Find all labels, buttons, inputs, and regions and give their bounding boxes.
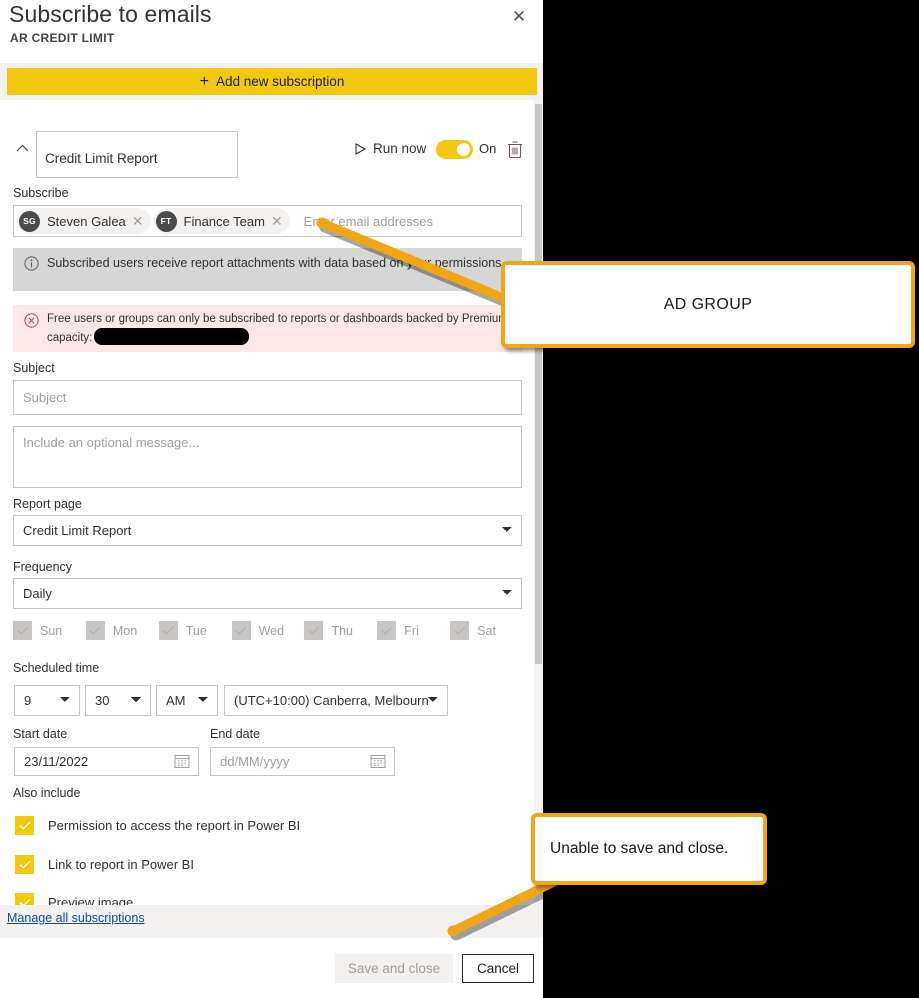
minute-select[interactable]: 30 bbox=[85, 685, 151, 716]
day-label: Sat bbox=[477, 623, 496, 638]
recipient-chip[interactable]: FT Finance Team ✕ bbox=[153, 208, 290, 234]
error-icon bbox=[24, 313, 39, 328]
day-checkbox-wed[interactable]: Wed bbox=[231, 621, 305, 640]
checkbox-icon bbox=[304, 621, 324, 640]
scrollbar-thumb[interactable] bbox=[535, 104, 542, 664]
subscription-header-row: Run now On bbox=[0, 128, 534, 178]
avatar: SG bbox=[19, 210, 40, 232]
include-preview-image-checkbox[interactable]: Preview image bbox=[15, 893, 133, 905]
day-label: Sun bbox=[40, 623, 63, 638]
scheduled-time-label: Scheduled time bbox=[13, 661, 100, 675]
checkbox-icon bbox=[450, 621, 470, 640]
plus-icon: + bbox=[199, 72, 209, 90]
avatar: FT bbox=[155, 210, 177, 232]
panel-subtitle: AR CREDIT LIMIT bbox=[10, 31, 115, 45]
start-date-input[interactable] bbox=[14, 747, 199, 776]
report-page-select[interactable]: Credit Limit Report bbox=[13, 515, 522, 546]
day-checkbox-mon[interactable]: Mon bbox=[85, 621, 159, 640]
manage-all-subscriptions-link[interactable]: Manage all subscriptions bbox=[7, 911, 145, 925]
recipient-chip[interactable]: SG Steven Galea ✕ bbox=[17, 208, 151, 234]
checkbox-icon bbox=[15, 816, 34, 835]
run-now-button[interactable]: Run now bbox=[355, 141, 426, 156]
checkbox-icon bbox=[85, 621, 105, 640]
include-link-checkbox[interactable]: Link to report in Power BI bbox=[15, 855, 194, 874]
annotation-text: AD GROUP bbox=[663, 295, 753, 313]
subscription-form-scroll-area: Run now On Subscribe bbox=[0, 100, 543, 905]
remove-recipient-icon[interactable]: ✕ bbox=[132, 214, 149, 228]
optional-message-textarea[interactable] bbox=[13, 426, 522, 488]
include-label: Permission to access the report in Power… bbox=[48, 818, 301, 833]
info-icon bbox=[24, 256, 39, 271]
meridiem-select[interactable]: AM bbox=[156, 685, 218, 716]
day-label: Tue bbox=[185, 623, 207, 638]
hour-select[interactable]: 9 bbox=[14, 685, 80, 716]
day-label: Fri bbox=[404, 623, 419, 638]
page-title: Subscribe to emails bbox=[9, 1, 212, 27]
subject-input[interactable] bbox=[13, 380, 522, 415]
close-icon[interactable]: ✕ bbox=[503, 0, 535, 32]
annotation-text: Unable to save and close. bbox=[550, 840, 729, 857]
include-label: Preview image bbox=[48, 895, 134, 905]
day-checkbox-tue[interactable]: Tue bbox=[158, 621, 232, 640]
recipients-picker[interactable]: SG Steven Galea ✕ FT Finance Team ✕ bbox=[13, 205, 522, 237]
recipient-name: Finance Team bbox=[183, 213, 265, 229]
play-icon bbox=[355, 142, 366, 155]
day-label: Wed bbox=[258, 623, 285, 638]
run-now-label: Run now bbox=[373, 141, 427, 156]
frequency-select[interactable]: Daily bbox=[13, 578, 522, 609]
add-new-subscription-label: Add new subscription bbox=[216, 74, 345, 89]
timezone-select[interactable]: (UTC+10:00) Canberra, Melbourne bbox=[224, 685, 448, 716]
day-checkbox-fri[interactable]: Fri bbox=[377, 621, 450, 640]
checkbox-icon bbox=[158, 621, 178, 640]
toggle-state-label: On bbox=[479, 141, 497, 156]
start-date-label: Start date bbox=[13, 727, 68, 741]
day-label: Mon bbox=[112, 623, 138, 638]
redacted-capacity-name bbox=[94, 327, 250, 345]
cancel-button[interactable]: Cancel bbox=[462, 954, 534, 983]
report-page-label: Report page bbox=[13, 497, 82, 511]
info-message-bar: Subscribed users receive report attachme… bbox=[13, 248, 522, 291]
checkbox-icon bbox=[377, 621, 397, 640]
checkbox-icon bbox=[13, 621, 32, 640]
end-date-input[interactable] bbox=[210, 747, 395, 776]
day-checkbox-thu[interactable]: Thu bbox=[304, 621, 377, 640]
subscribe-to-emails-panel: Subscribe to emails AR CREDIT LIMIT ✕ + … bbox=[0, 0, 543, 998]
end-date-label: End date bbox=[210, 727, 261, 741]
toggle-knob bbox=[457, 143, 470, 156]
annotation-callout-ad-group: AD GROUP bbox=[501, 261, 915, 348]
days-of-week-group: Sun Mon Tue Wed Thu Fri Sat bbox=[13, 621, 523, 640]
subscribe-label: Subscribe bbox=[13, 186, 69, 200]
recipient-name: Steven Galea bbox=[47, 213, 126, 229]
subscription-name-input[interactable] bbox=[36, 131, 238, 178]
chevron-up-icon[interactable] bbox=[12, 138, 32, 158]
day-checkbox-sun[interactable]: Sun bbox=[13, 621, 86, 640]
remove-recipient-icon[interactable]: ✕ bbox=[271, 214, 288, 228]
frequency-label: Frequency bbox=[13, 560, 73, 574]
checkbox-icon bbox=[231, 621, 251, 640]
include-permission-checkbox[interactable]: Permission to access the report in Power… bbox=[15, 816, 300, 835]
subscription-enabled-toggle[interactable] bbox=[436, 140, 473, 159]
also-include-label: Also include bbox=[13, 786, 81, 800]
info-message-text: Subscribed users receive report attachme… bbox=[47, 256, 502, 270]
recipients-input[interactable] bbox=[301, 212, 521, 230]
subject-label: Subject bbox=[13, 361, 55, 375]
save-and-close-button[interactable]: Save and close bbox=[335, 954, 453, 983]
checkbox-icon bbox=[15, 855, 34, 874]
day-checkbox-sat[interactable]: Sat bbox=[450, 621, 523, 640]
day-label: Thu bbox=[331, 623, 353, 638]
annotation-callout-unable-to-save: Unable to save and close. bbox=[531, 813, 767, 885]
include-label: Link to report in Power BI bbox=[48, 857, 194, 872]
error-message-bar: Free users or groups can only be subscri… bbox=[13, 305, 522, 353]
delete-icon[interactable] bbox=[506, 139, 524, 159]
panel-header: Subscribe to emails AR CREDIT LIMIT ✕ bbox=[0, 0, 543, 63]
add-new-subscription-button[interactable]: + Add new subscription bbox=[7, 68, 537, 95]
checkbox-icon bbox=[15, 893, 34, 905]
